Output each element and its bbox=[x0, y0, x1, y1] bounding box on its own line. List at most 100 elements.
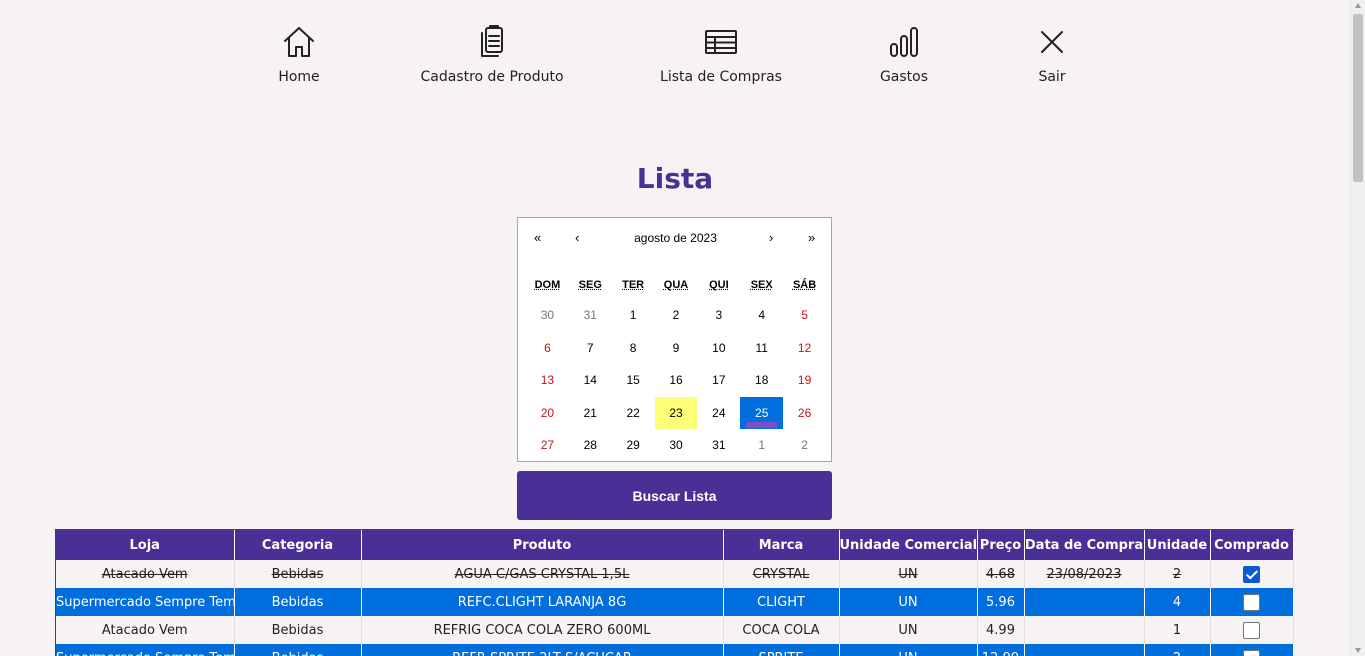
calendar-day[interactable]: 5 bbox=[783, 299, 826, 332]
comprado-checkbox[interactable] bbox=[1243, 594, 1260, 611]
calendar-next-month-button[interactable]: › bbox=[769, 230, 773, 245]
table-row[interactable]: Atacado Vem Bebidas REFRIG COCA COLA ZER… bbox=[56, 616, 1293, 644]
calendar: « ‹ agosto de 2023 › » DOM SEG TER QUA Q… bbox=[517, 217, 832, 462]
cell-unidade-comercial: UN bbox=[839, 588, 977, 616]
weekday-label: QUI bbox=[697, 279, 740, 291]
cell-loja: Atacado Vem bbox=[56, 616, 234, 644]
calendar-day[interactable]: 16 bbox=[655, 364, 698, 397]
table-row[interactable]: Atacado Vem Bebidas AGUA C/GAS CRYSTAL 1… bbox=[56, 560, 1293, 588]
table-row[interactable]: Supermercado Sempre Tem Bebidas REFR SPR… bbox=[56, 644, 1293, 656]
weekday-label: QUA bbox=[655, 279, 698, 291]
calendar-day[interactable]: 19 bbox=[783, 364, 826, 397]
cell-preco: 4.68 bbox=[977, 560, 1024, 588]
calendar-day[interactable]: 3 bbox=[697, 299, 740, 332]
cell-unidade-comercial: UN bbox=[839, 644, 977, 656]
nav-gastos[interactable]: Gastos bbox=[876, 24, 932, 85]
calendar-month-label[interactable]: agosto de 2023 bbox=[518, 231, 833, 245]
calendar-day-selected[interactable]: 25 bbox=[740, 397, 783, 430]
calendar-day[interactable]: 31 bbox=[697, 429, 740, 462]
nav-cadastro-produto[interactable]: Cadastro de Produto bbox=[420, 24, 564, 85]
cell-preco: 12.99 bbox=[977, 644, 1024, 656]
cell-marca: SPRITE bbox=[723, 644, 839, 656]
comprado-checkbox[interactable] bbox=[1243, 622, 1260, 639]
calendar-day[interactable]: 9 bbox=[655, 332, 698, 365]
cell-produto: REFRIG COCA COLA ZERO 600ML bbox=[361, 616, 723, 644]
cell-produto: REFC.CLIGHT LARANJA 8G bbox=[361, 588, 723, 616]
weekday-label: SEG bbox=[569, 279, 612, 291]
calendar-day[interactable]: 13 bbox=[526, 364, 569, 397]
nav-lista-label: Lista de Compras bbox=[660, 69, 782, 85]
cell-loja: Supermercado Sempre Tem bbox=[56, 588, 234, 616]
calendar-day[interactable]: 28 bbox=[569, 429, 612, 462]
cell-unidade: 4 bbox=[1144, 588, 1210, 616]
cell-categoria: Bebidas bbox=[234, 560, 361, 588]
calendar-day[interactable]: 12 bbox=[783, 332, 826, 365]
calendar-day[interactable]: 29 bbox=[612, 429, 655, 462]
cell-unidade-comercial: UN bbox=[839, 616, 977, 644]
comprado-checkbox[interactable] bbox=[1243, 650, 1260, 656]
calendar-day[interactable]: 26 bbox=[783, 397, 826, 430]
cell-unidade: 2 bbox=[1144, 560, 1210, 588]
cell-unidade: 2 bbox=[1144, 644, 1210, 656]
calendar-day[interactable]: 15 bbox=[612, 364, 655, 397]
calendar-day[interactable]: 11 bbox=[740, 332, 783, 365]
weekday-label: SEX bbox=[740, 279, 783, 291]
calendar-day[interactable]: 18 bbox=[740, 364, 783, 397]
calendar-day[interactable]: 8 bbox=[612, 332, 655, 365]
page-scrollbar[interactable] bbox=[1350, 0, 1365, 656]
calendar-day[interactable]: 21 bbox=[569, 397, 612, 430]
calendar-day[interactable]: 1 bbox=[740, 429, 783, 462]
calendar-day[interactable]: 22 bbox=[612, 397, 655, 430]
cell-unidade: 1 bbox=[1144, 616, 1210, 644]
calendar-day[interactable]: 2 bbox=[655, 299, 698, 332]
calendar-day[interactable]: 10 bbox=[697, 332, 740, 365]
cell-data-compra bbox=[1024, 644, 1144, 656]
cell-marca: CLIGHT bbox=[723, 588, 839, 616]
calendar-day[interactable]: 27 bbox=[526, 429, 569, 462]
cell-categoria: Bebidas bbox=[234, 644, 361, 656]
nav-home-label: Home bbox=[278, 69, 319, 85]
page-title: Lista bbox=[0, 162, 1350, 195]
calendar-day[interactable]: 31 bbox=[569, 299, 612, 332]
nav-sair[interactable]: Sair bbox=[1030, 24, 1074, 85]
scroll-up-arrow-icon[interactable] bbox=[1355, 3, 1361, 8]
clipboard-icon bbox=[474, 24, 510, 60]
calendar-day[interactable]: 17 bbox=[697, 364, 740, 397]
cell-unidade-comercial: UN bbox=[839, 560, 977, 588]
scroll-down-arrow-icon[interactable] bbox=[1355, 648, 1361, 653]
cell-comprado bbox=[1210, 616, 1293, 644]
cell-comprado bbox=[1210, 644, 1293, 656]
calendar-day[interactable]: 20 bbox=[526, 397, 569, 430]
calendar-day[interactable]: 24 bbox=[697, 397, 740, 430]
calendar-day[interactable]: 14 bbox=[569, 364, 612, 397]
column-header-unidade-comercial: Unidade Comercial bbox=[839, 530, 977, 560]
nav-home[interactable]: Home bbox=[271, 24, 327, 85]
calendar-day[interactable]: 6 bbox=[526, 332, 569, 365]
table-header-row: Loja Categoria Produto Marca Unidade Com… bbox=[56, 530, 1293, 560]
calendar-day-today[interactable]: 23 bbox=[655, 397, 698, 430]
calendar-day[interactable]: 30 bbox=[655, 429, 698, 462]
cell-preco: 5.96 bbox=[977, 588, 1024, 616]
scrollbar-thumb[interactable] bbox=[1353, 14, 1363, 182]
calendar-day[interactable]: 1 bbox=[612, 299, 655, 332]
calendar-day[interactable]: 30 bbox=[526, 299, 569, 332]
cell-data-compra bbox=[1024, 616, 1144, 644]
buscar-lista-button[interactable]: Buscar Lista bbox=[517, 471, 832, 520]
cell-comprado bbox=[1210, 560, 1293, 588]
table-row[interactable]: Supermercado Sempre Tem Bebidas REFC.CLI… bbox=[56, 588, 1293, 616]
calendar-day[interactable]: 4 bbox=[740, 299, 783, 332]
cell-produto: AGUA C/GAS CRYSTAL 1,5L bbox=[361, 560, 723, 588]
nav-lista-compras[interactable]: Lista de Compras bbox=[660, 24, 782, 85]
nav-gastos-label: Gastos bbox=[880, 69, 928, 85]
column-header-marca: Marca bbox=[723, 530, 839, 560]
nav-sair-label: Sair bbox=[1038, 69, 1065, 85]
calendar-day[interactable]: 7 bbox=[569, 332, 612, 365]
close-icon bbox=[1034, 24, 1070, 60]
cell-data-compra bbox=[1024, 588, 1144, 616]
comprado-checkbox[interactable] bbox=[1243, 566, 1260, 583]
cell-categoria: Bebidas bbox=[234, 616, 361, 644]
cell-marca: CRYSTAL bbox=[723, 560, 839, 588]
column-header-data-compra: Data de Compra bbox=[1024, 530, 1144, 560]
calendar-next-year-button[interactable]: » bbox=[808, 230, 815, 245]
calendar-day[interactable]: 2 bbox=[783, 429, 826, 462]
